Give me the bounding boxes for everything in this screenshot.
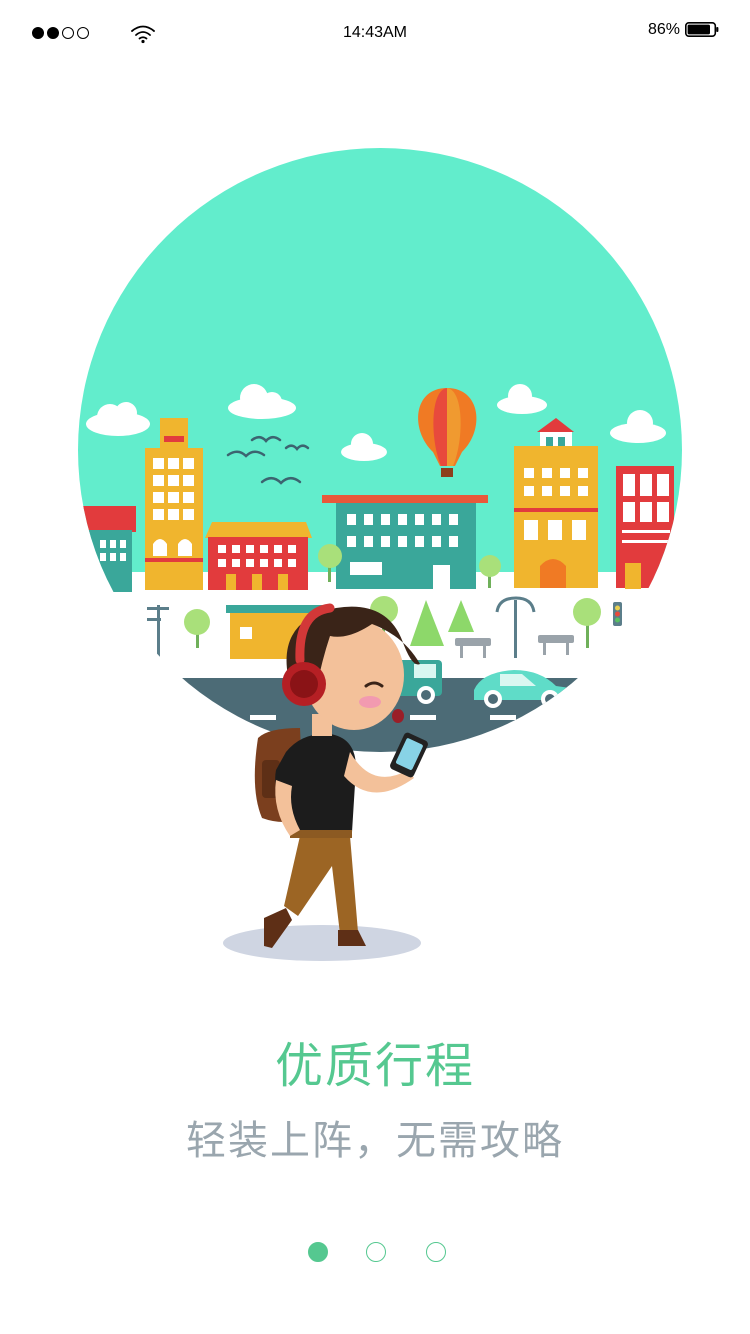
building-red-left	[80, 506, 136, 592]
page-dot-3[interactable]	[426, 1242, 446, 1262]
city-traveler-illustration	[78, 148, 682, 961]
onboarding-title: 优质行程	[274, 1038, 475, 1094]
building-red-low	[205, 522, 312, 590]
page-dot-1[interactable]	[308, 1242, 328, 1262]
onboarding-screen: 14:43AM 86% 优质行程 轻装上阵，无需攻略	[0, 0, 750, 1334]
page-dot-2[interactable]	[366, 1242, 386, 1262]
building-teal-wide	[322, 495, 488, 589]
building-red-right	[616, 466, 674, 589]
page-indicator	[0, 1242, 750, 1264]
onboarding-subtitle: 轻装上阵，无需攻略	[186, 1118, 564, 1164]
